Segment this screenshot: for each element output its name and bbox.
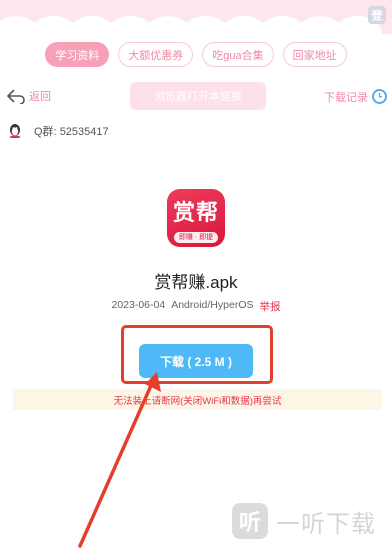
download-records-label: 下载记录 <box>324 91 368 104</box>
tab-gossip-collection[interactable]: 吃gua合集 <box>202 42 274 67</box>
app-icon: 赏帮 即赚 · 即提 <box>167 189 225 247</box>
login-badge[interactable]: 登 <box>368 6 386 24</box>
tab-home-address[interactable]: 回家地址 <box>282 42 347 67</box>
install-warning: 无法装上请断网(关闭WiFi和数据)再尝试 <box>13 389 382 410</box>
download-records-link[interactable]: 下载记录 <box>324 88 388 105</box>
back-link[interactable]: 返回 <box>6 88 51 104</box>
app-meta: 2023-06-04 Android/HyperOS 举报 <box>0 299 392 314</box>
clock-icon <box>372 89 387 104</box>
download-button[interactable]: 下载 ( 2.5 M ) <box>139 344 253 378</box>
qq-group-label: Q群: <box>34 126 57 138</box>
qq-group-text: Q群: 52535417 <box>34 123 109 139</box>
tab-study-materials[interactable]: 学习资料 <box>45 42 110 67</box>
nav-row: 返回 浏览器打开本链接 下载记录 <box>0 82 392 112</box>
watermark: 听 一听下载 <box>232 503 376 539</box>
report-link[interactable]: 举报 <box>260 299 281 314</box>
back-label: 返回 <box>29 91 51 103</box>
platform: Android/HyperOS <box>171 299 254 311</box>
app-icon-title: 赏帮 <box>172 200 219 225</box>
header-banner <box>0 0 392 34</box>
back-arrow-icon <box>7 89 25 104</box>
release-date: 2023-06-04 <box>111 299 166 311</box>
app-file-name: 赏帮赚.apk <box>154 273 238 292</box>
tab-coupons[interactable]: 大额优惠券 <box>118 42 194 67</box>
open-in-browser-button[interactable]: 浏览器打开本链接 <box>130 82 266 110</box>
qq-group-number: 52535417 <box>59 126 109 138</box>
watermark-text: 一听下载 <box>276 510 376 538</box>
qq-penguin-icon <box>10 124 20 138</box>
app-icon-subtitle: 即赚 · 即提 <box>174 232 218 243</box>
watermark-logo-icon: 听 <box>232 503 268 539</box>
qq-group-row: Q群: 52535417 <box>6 122 109 140</box>
tab-bar: 学习资料 大额优惠券 吃gua合集 回家地址 <box>0 42 392 67</box>
